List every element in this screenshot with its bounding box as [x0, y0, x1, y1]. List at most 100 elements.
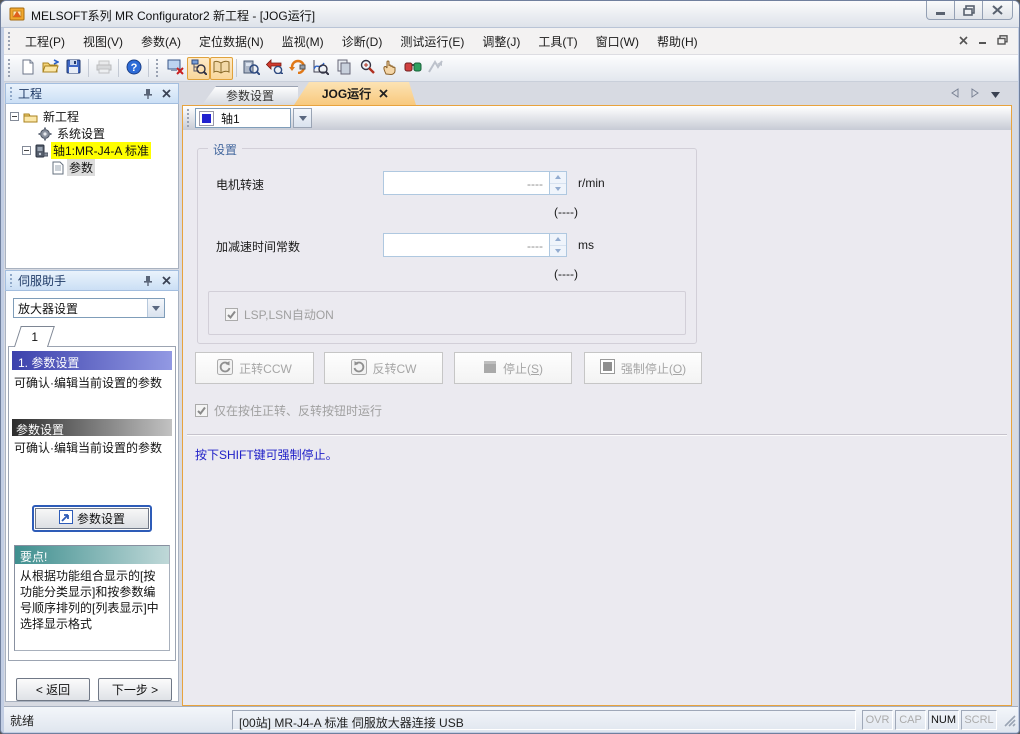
- menu-grip[interactable]: [7, 32, 12, 50]
- test-run-button[interactable]: [286, 57, 309, 80]
- tab-jog-operation-label: JOG运行: [322, 85, 371, 102]
- stop-square-icon: [483, 360, 497, 377]
- status-bar: 就绪 [00站] MR-J4-A 标准 伺服放大器连接 USB OVR CAP …: [4, 706, 1018, 732]
- hold-to-run-label: 仅在按住正转、反转按钮时运行: [214, 402, 382, 419]
- tree-item-new-project[interactable]: 新工程: [10, 108, 81, 125]
- menu-item-diagnosis[interactable]: 诊断(D): [333, 29, 392, 54]
- graph-button[interactable]: [309, 57, 332, 80]
- menu-item-test-run[interactable]: 测试运行(E): [391, 29, 473, 54]
- tree-label-new-project[interactable]: 新工程: [41, 108, 81, 125]
- tab-parameter-setting[interactable]: 参数设置: [202, 86, 298, 105]
- menu-item-view[interactable]: 视图(V): [74, 29, 132, 54]
- motor-speed-value: ----: [384, 172, 549, 194]
- reverse-cw-button[interactable]: 反转CW: [324, 352, 443, 384]
- menu-item-positioning-data[interactable]: 定位数据(N): [190, 29, 273, 54]
- back-button-label: < 返回: [36, 681, 70, 698]
- parameter-setting-action-outer: 参数设置: [32, 505, 152, 532]
- panel-drag-grip[interactable]: [9, 87, 13, 100]
- minimize-button[interactable]: [926, 1, 955, 20]
- read-write-transfer-button[interactable]: [263, 57, 286, 80]
- new-project-button[interactable]: [16, 57, 39, 80]
- accel-time-input[interactable]: ----: [383, 233, 567, 257]
- tab-list-dropdown-icon[interactable]: [991, 87, 1000, 101]
- stop-label: 停止(S): [503, 360, 543, 377]
- close-button[interactable]: [982, 1, 1013, 20]
- restore-button[interactable]: [954, 1, 983, 20]
- menu-item-help[interactable]: 帮助(H): [648, 29, 707, 54]
- menu-item-adjustment[interactable]: 调整(J): [473, 29, 529, 54]
- mdi-minimize-icon[interactable]: [978, 34, 987, 48]
- save-project-button[interactable]: [62, 57, 85, 80]
- axis-toolbar-grip[interactable]: [186, 109, 191, 127]
- machine-simulation-button[interactable]: [378, 57, 401, 80]
- back-button[interactable]: < 返回: [16, 678, 90, 701]
- open-project-button[interactable]: [39, 57, 62, 80]
- parameter-setting-button[interactable]: [240, 57, 263, 80]
- forced-stop-button[interactable]: 强制停止(O): [584, 352, 702, 384]
- docking-window-button[interactable]: [332, 57, 355, 80]
- tree-label-system-settings[interactable]: 系统设置: [55, 125, 107, 142]
- project-tree-toggle-button[interactable]: [187, 57, 210, 80]
- motor-speed-spinner[interactable]: [549, 172, 566, 194]
- assistant-mode-select[interactable]: 放大器设置: [13, 298, 165, 318]
- tree-label-parameter[interactable]: 参数: [67, 159, 95, 176]
- resize-grip[interactable]: [1003, 714, 1016, 730]
- app-window: MELSOFT系列 MR Configurator2 新工程 - [JOG运行]…: [0, 0, 1020, 734]
- tree-label-axis1[interactable]: 轴1:MR-J4-A 标准: [51, 142, 151, 159]
- motor-speed-input[interactable]: ----: [383, 171, 567, 195]
- help-button[interactable]: ?: [122, 57, 145, 80]
- assistant-mode-value: 放大器设置: [14, 300, 147, 317]
- next-button[interactable]: 下一步 >: [98, 678, 172, 701]
- print-button[interactable]: [92, 57, 115, 80]
- servo-assistant-toggle-button[interactable]: [210, 57, 233, 80]
- assistant-step-tab[interactable]: 1: [14, 326, 55, 347]
- tree-item-system-settings[interactable]: 系统设置: [38, 125, 107, 142]
- forced-stop-square-icon: [600, 359, 615, 377]
- one-touch-tuning-button[interactable]: [355, 57, 378, 80]
- axis-select-dropdown[interactable]: [293, 108, 312, 128]
- menu-item-parameter[interactable]: 参数(A): [132, 29, 190, 54]
- tab-jog-operation[interactable]: JOG运行: [294, 82, 416, 105]
- machine-analyzer-button[interactable]: [401, 57, 424, 80]
- panel-close-icon[interactable]: [159, 274, 174, 288]
- panel-drag-grip[interactable]: [9, 274, 13, 287]
- tree-item-parameter[interactable]: 参数: [52, 159, 95, 176]
- system-settings-button[interactable]: [164, 57, 187, 80]
- toolbar-grip-2[interactable]: [155, 59, 160, 77]
- panel-close-icon[interactable]: [159, 87, 174, 101]
- tree-item-axis1[interactable]: 轴1:MR-J4-A 标准: [22, 142, 151, 159]
- tab-close-icon[interactable]: [379, 87, 388, 101]
- tab-scroll-right-icon[interactable]: [971, 87, 979, 101]
- document-tab-bar: 参数设置 JOG运行: [182, 82, 1012, 105]
- shift-stop-hint: 按下SHIFT键可强制停止。: [195, 446, 338, 463]
- accel-time-spinner[interactable]: [549, 234, 566, 256]
- step-description: 可确认·编辑当前设置的参数: [14, 375, 170, 392]
- hold-to-run-checkbox[interactable]: [195, 404, 208, 417]
- axis-select[interactable]: 轴1: [195, 108, 291, 128]
- parameter-setting-action-button[interactable]: 参数设置: [35, 508, 149, 529]
- project-panel: 工程 新工程 系统设置 轴1:MR-J4-A 标准: [5, 83, 179, 269]
- stop-button[interactable]: 停止(S): [454, 352, 572, 384]
- menu-item-tools[interactable]: 工具(T): [529, 29, 586, 54]
- menu-item-project[interactable]: 工程(P): [16, 29, 74, 54]
- tab-scroll-left-icon[interactable]: [951, 87, 959, 101]
- pin-icon[interactable]: [140, 274, 155, 288]
- lsp-auto-on-checkbox[interactable]: [225, 308, 238, 321]
- toolbar-grip-1[interactable]: [7, 59, 12, 77]
- misc-disabled-button[interactable]: [424, 57, 447, 80]
- hold-to-run-row: 仅在按住正转、反转按钮时运行: [195, 402, 382, 419]
- collapse-icon[interactable]: [10, 112, 19, 121]
- motor-speed-label: 电机转速: [216, 176, 264, 193]
- pin-icon[interactable]: [140, 87, 155, 101]
- mdi-close-icon[interactable]: [959, 34, 968, 48]
- divider: [187, 434, 1007, 436]
- mdi-restore-icon[interactable]: [997, 34, 1008, 48]
- menu-item-window[interactable]: 窗口(W): [587, 29, 648, 54]
- chevron-down-icon[interactable]: [147, 299, 164, 317]
- collapse-icon[interactable]: [22, 146, 31, 155]
- document-area: 参数设置 JOG运行: [182, 82, 1012, 706]
- forward-ccw-label: 正转CCW: [239, 360, 292, 377]
- forward-ccw-button[interactable]: 正转CCW: [195, 352, 314, 384]
- menu-item-monitor[interactable]: 监视(M): [273, 29, 333, 54]
- status-indicator-cap: CAP: [895, 710, 926, 730]
